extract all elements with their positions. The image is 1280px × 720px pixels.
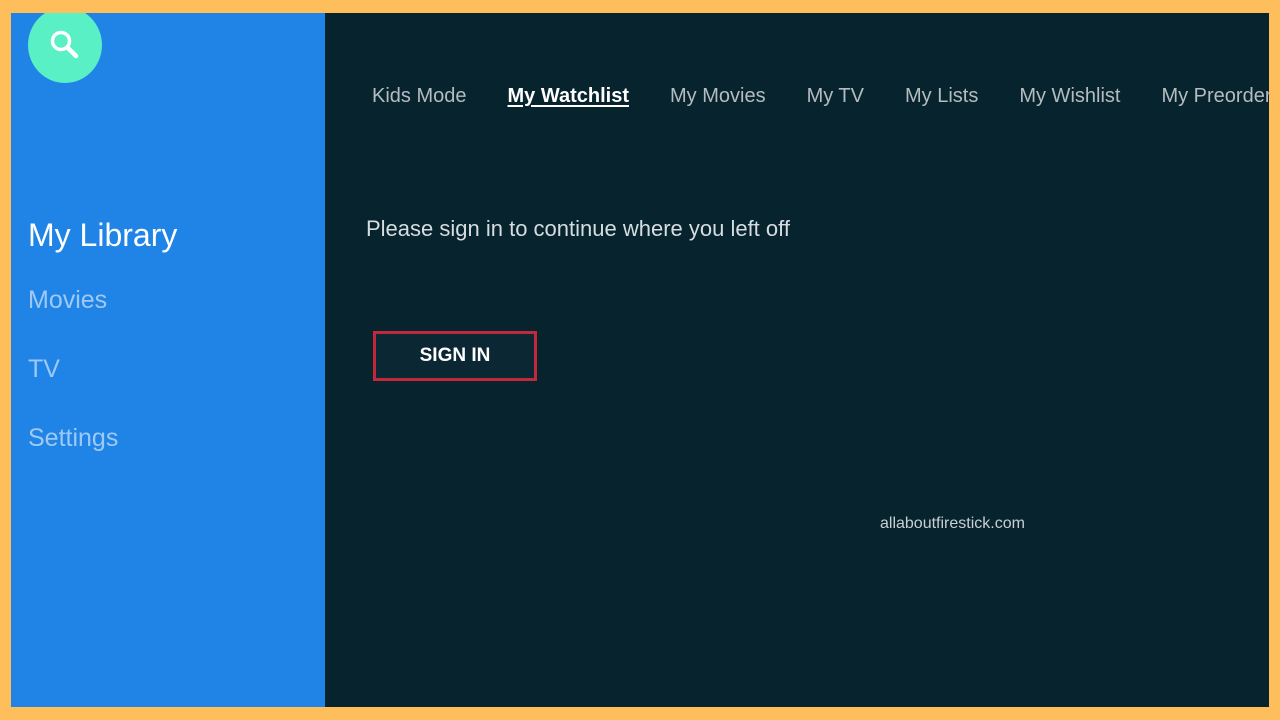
tab-my-watchlist[interactable]: My Watchlist [508, 83, 630, 109]
search-icon [48, 28, 82, 62]
sidebar: My Library Movies TV Settings [11, 13, 325, 707]
app-window: My Library Movies TV Settings Kids Mode … [11, 13, 1269, 707]
tab-kids-mode[interactable]: Kids Mode [372, 83, 467, 109]
sidebar-item-tv[interactable]: TV [28, 352, 177, 386]
tab-my-tv[interactable]: My TV [807, 83, 864, 109]
sign-in-button[interactable]: SIGN IN [373, 331, 537, 381]
tab-my-preorder[interactable]: My Preorder [1161, 83, 1269, 109]
sign-in-message: Please sign in to continue where you lef… [366, 216, 790, 241]
tab-my-lists[interactable]: My Lists [905, 83, 978, 109]
sidebar-item-movies[interactable]: Movies [28, 283, 177, 317]
sidebar-item-my-library[interactable]: My Library [28, 211, 177, 259]
watermark: allaboutfirestick.com [880, 515, 1025, 532]
tab-my-wishlist[interactable]: My Wishlist [1019, 83, 1120, 109]
sidebar-nav: My Library Movies TV Settings [28, 211, 177, 455]
library-tabs: Kids Mode My Watchlist My Movies My TV M… [372, 83, 1269, 109]
sidebar-item-settings[interactable]: Settings [28, 421, 177, 455]
search-button[interactable] [28, 13, 102, 83]
tab-my-movies[interactable]: My Movies [670, 83, 766, 109]
